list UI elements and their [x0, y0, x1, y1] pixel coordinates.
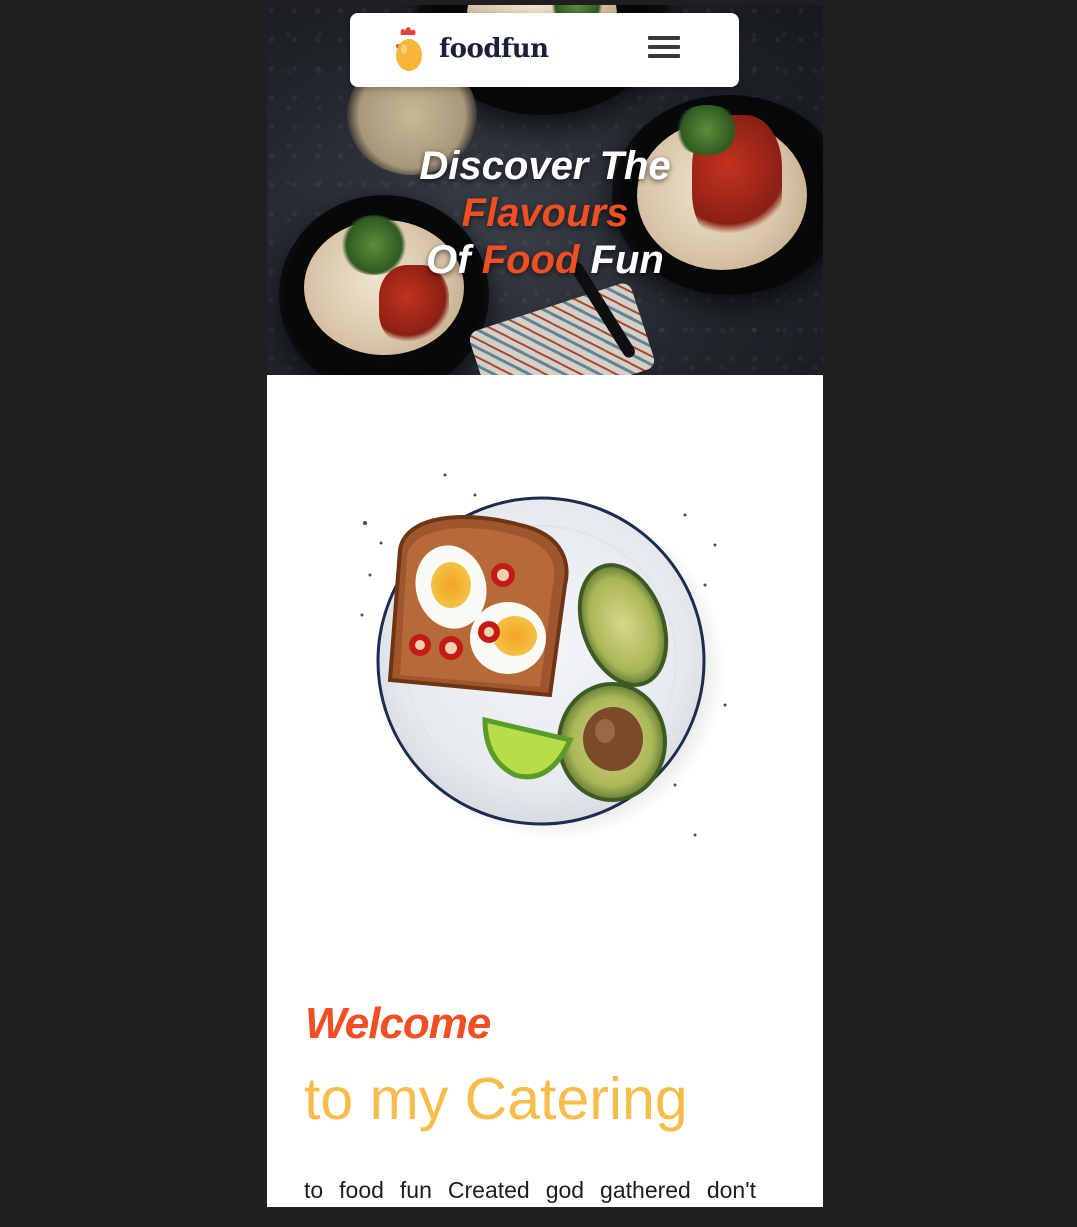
page-frame: Discover The Flavours Of Food Fun foodfu… — [267, 5, 823, 1207]
hero-title-line3-end: Fun — [590, 238, 664, 282]
egg-with-comb-icon[interactable] — [392, 25, 428, 73]
hero-title-line3-start: Of — [426, 238, 471, 282]
navbar: foodfun — [350, 13, 739, 87]
intro-paragraph: to food fun Created god gathered don't — [304, 1177, 756, 1203]
hero-title-line1: Discover The — [419, 144, 671, 188]
catering-subheading: to my Catering — [304, 1066, 688, 1132]
welcome-heading: Welcome — [305, 999, 491, 1048]
hero-title-line3-accent: Food — [481, 238, 580, 282]
hamburger-menu-icon[interactable] — [648, 36, 680, 64]
hero-title: Discover The Flavours Of Food Fun — [267, 143, 823, 284]
hero-title-line2: Flavours — [461, 191, 629, 235]
brand-name[interactable]: foodfun — [439, 34, 549, 64]
avocado-toast-plate-image — [345, 455, 745, 855]
